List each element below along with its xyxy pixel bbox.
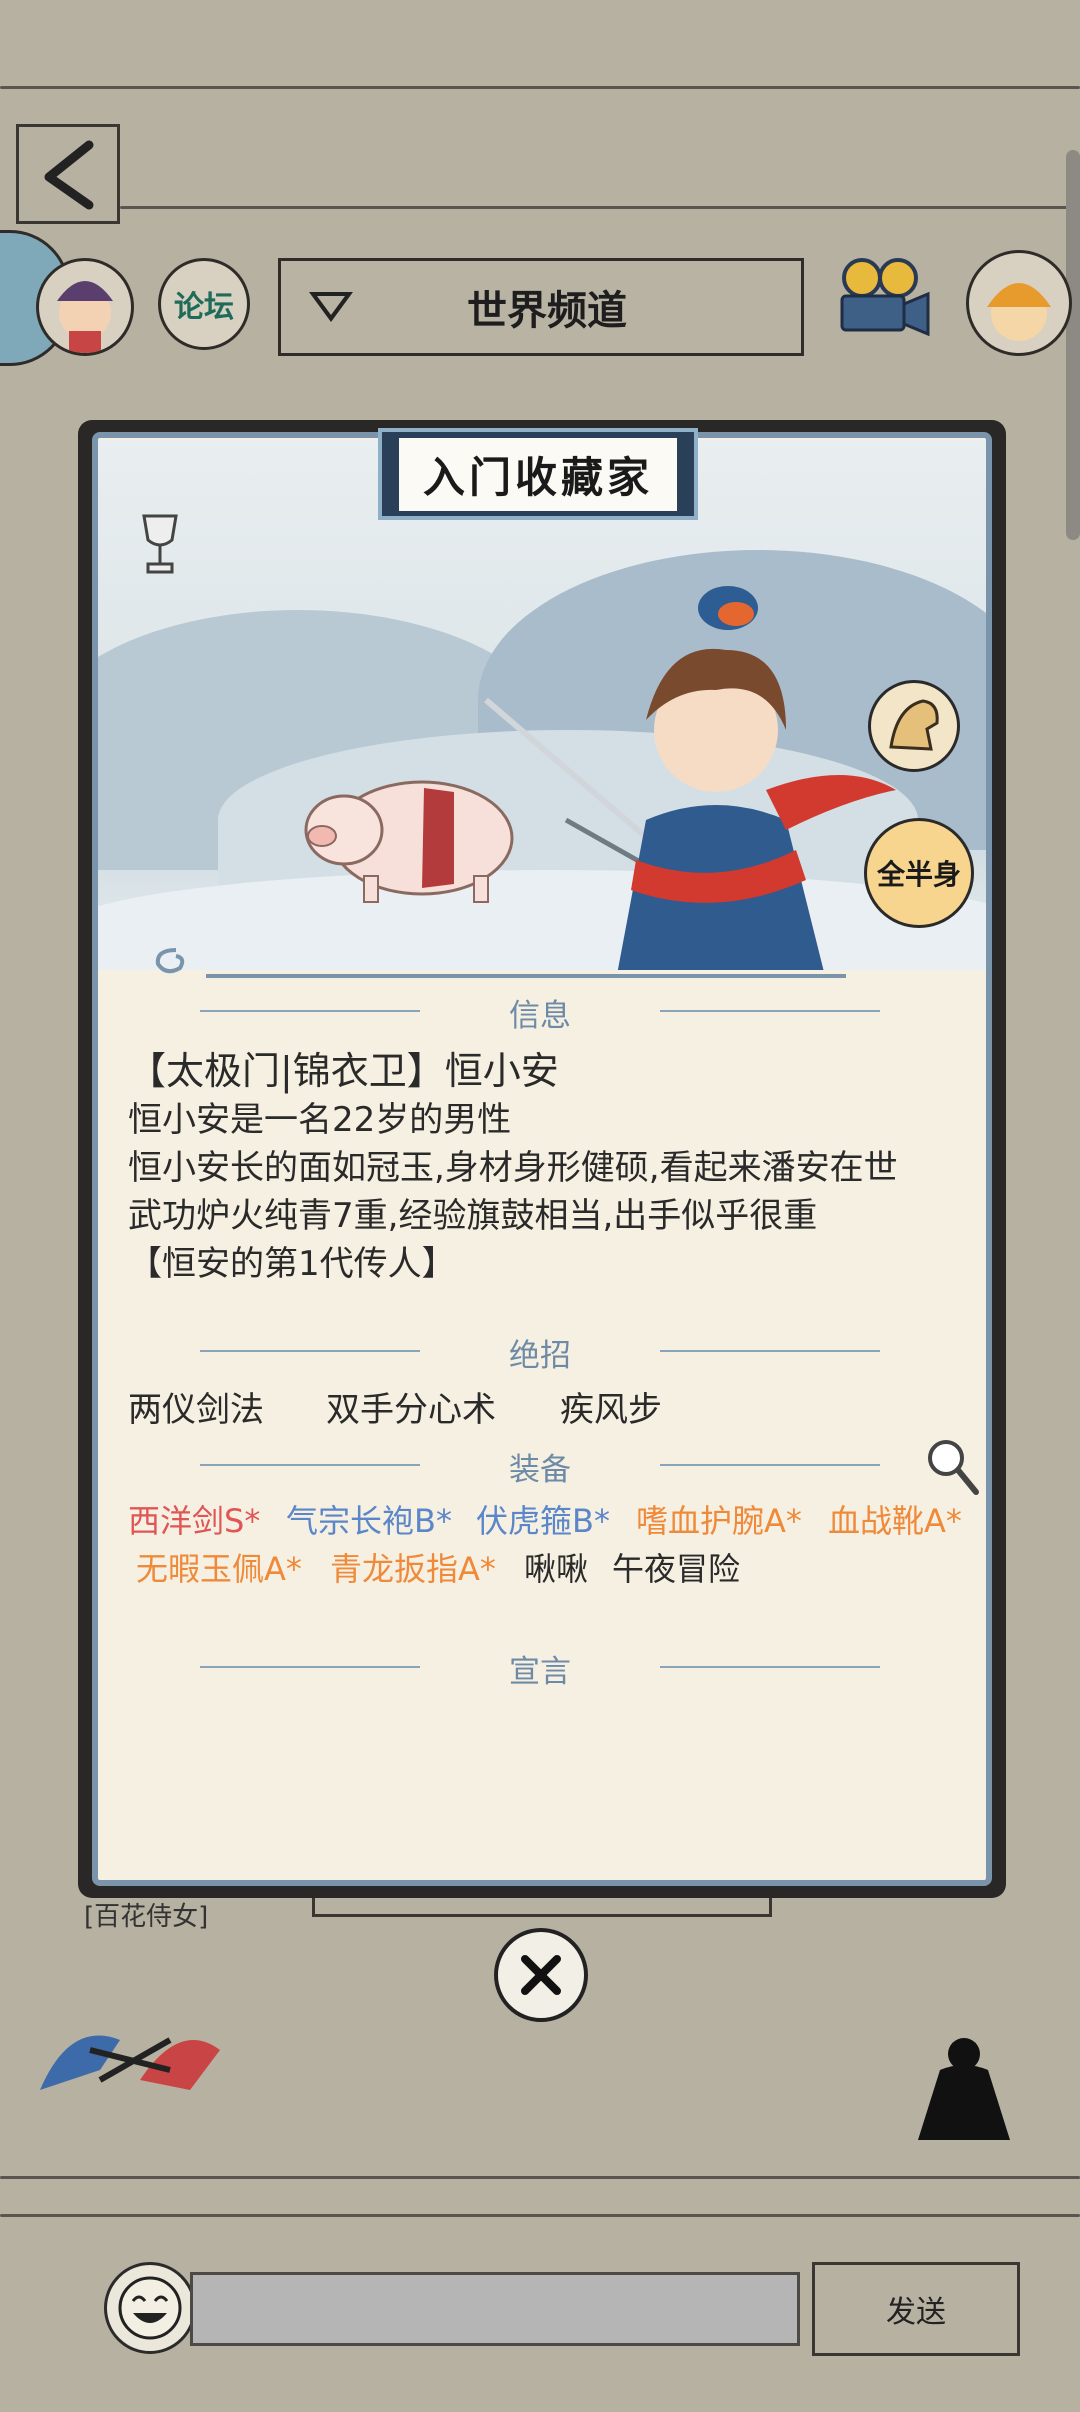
triangle-down-icon [309,292,353,322]
behind-tag: [百花侍女] [84,1902,209,1932]
player-avatar[interactable] [36,258,134,356]
character-desc-line: 武功炉火纯青7重,经验旗鼓相当,出手似乎很重 [128,1196,818,1236]
channel-selector[interactable]: 世界频道 [278,258,804,356]
magnifier-icon[interactable] [922,1434,982,1498]
back-button[interactable] [16,124,120,224]
cloud-divider-icon [155,948,846,978]
declaration-heading: 宣言 [200,1646,880,1691]
close-button[interactable] [494,1928,588,2022]
chat-input[interactable] [190,2272,800,2346]
close-x-icon [521,1955,561,1995]
skill-item[interactable]: 双手分心术 [326,1382,496,1431]
title-badge: 入门收藏家 [378,428,698,520]
back-chevron-icon [44,140,94,210]
equipment-item[interactable]: 无暇玉佩A* [136,1544,302,1590]
equipment-item[interactable]: 啾啾 [524,1544,588,1590]
equipment-heading: 装备 [200,1444,880,1489]
skill-item[interactable]: 两仪剑法 [128,1382,264,1431]
pvp-crossed-fighters-icon[interactable] [30,2010,230,2110]
forum-button[interactable]: 论坛 [158,258,250,350]
channel-title: 世界频道 [467,288,627,334]
character-desc-line: 【恒安的第1代传人】 [128,1244,456,1284]
character-name-line: 【太极门|锦衣卫】恒小安 [128,1049,559,1093]
equipment-item[interactable]: 午夜冒险 [612,1544,740,1590]
horse-mount-button[interactable] [868,680,960,772]
smiley-face-icon [118,2276,182,2340]
trophy-icon[interactable] [138,512,182,576]
equipment-item[interactable]: 青龙扳指A* [330,1544,496,1590]
equipment-item[interactable]: 嗜血护腕A* [636,1496,802,1542]
equipment-item[interactable]: 血战靴A* [828,1496,962,1542]
equipment-item[interactable]: 气宗长袍B* [286,1496,452,1542]
equipment-item[interactable]: 伏虎箍B* [476,1496,610,1542]
emoji-button[interactable] [104,2262,196,2354]
skill-item[interactable]: 疾风步 [560,1382,662,1431]
character-desc-line: 恒小安是一名22岁的男性 [128,1100,512,1140]
character-desc-line: 恒小安长的面如冠玉,身材身形健硕,看起来潘安在世 [128,1148,898,1188]
scrollbar[interactable] [1066,150,1080,540]
info-heading: 信息 [200,990,880,1035]
title-badge-text: 入门收藏家 [396,435,679,513]
full-half-body-toggle[interactable]: 全半身 [864,818,974,928]
send-button[interactable]: 发送 [812,2262,1020,2356]
forum-label: 论坛 [174,290,234,325]
film-camera-icon[interactable] [828,256,932,346]
meditation-cultivate-icon[interactable] [900,2030,1030,2160]
equipment-item[interactable]: 西洋剑S* [128,1496,260,1542]
companion-avatar[interactable] [966,250,1072,356]
skills-heading: 绝招 [200,1330,880,1375]
